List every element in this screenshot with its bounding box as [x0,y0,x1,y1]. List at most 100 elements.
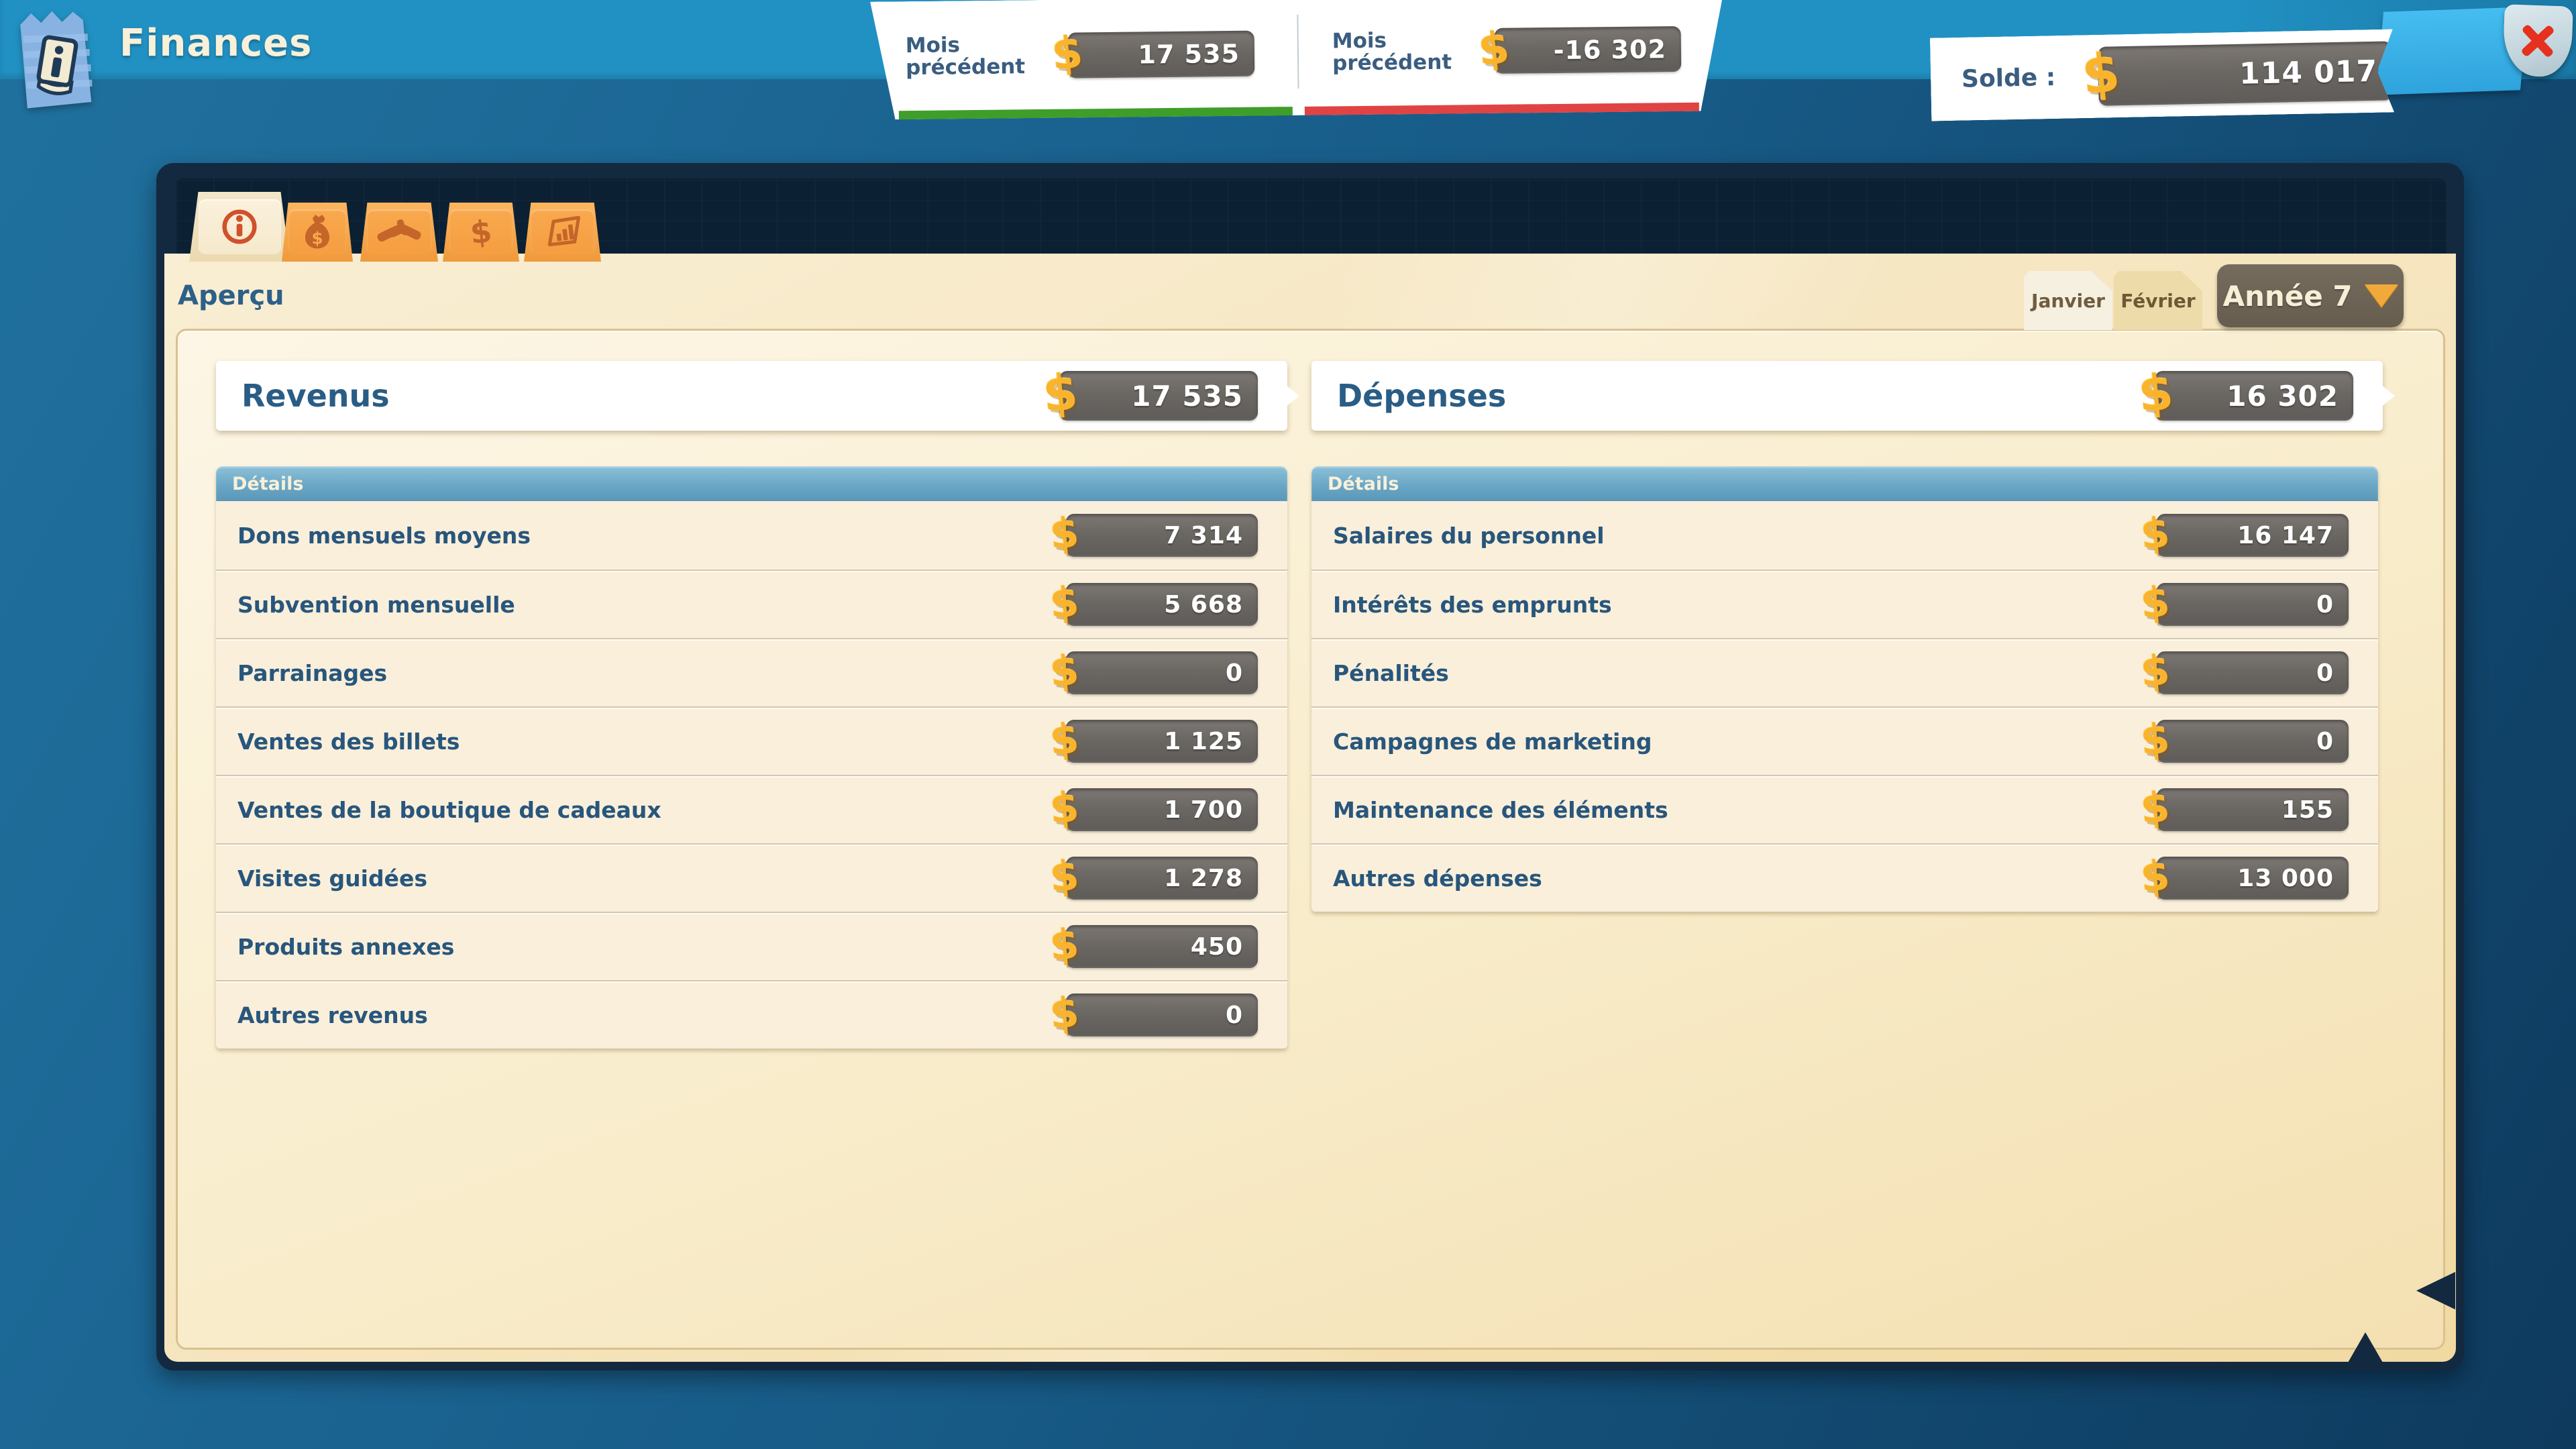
dollar-icon: $ [1049,26,1085,80]
tab-donations-inner: $ [288,209,347,256]
expenses-total-card: Dépenses $ 16 302 [1311,361,2383,431]
expenses-details-header: Détails [1311,466,2378,501]
income-value: 17 535 [1138,39,1254,70]
dollar-icon: $ [2139,645,2171,696]
balance-label: Solde : [1962,64,2056,93]
month-janvier-label: Janvier [2031,290,2105,312]
table-row: Ventes des billets $ 1 125 [216,706,1287,775]
previous-month-expense: Mois précédent $ -16 302 [1297,0,1725,115]
tab-sponsorships[interactable] [360,203,438,262]
income-value-pill: $ 17 535 [1067,31,1254,78]
row-value-pill: $ 1 700 [1066,788,1258,831]
row-label: Subvention mensuelle [237,592,515,618]
year-dropdown-label: Année 7 [2222,280,2352,313]
row-label: Maintenance des éléments [1333,797,1668,823]
tab-overview-inner [199,199,281,254]
row-value: 155 [2282,796,2349,824]
row-label: Parrainages [237,660,387,686]
dollar-icon: $ [1048,919,1081,970]
table-row: Salaires du personnel $ 16 147 [1311,501,2378,570]
row-label: Salaires du personnel [1333,523,1605,549]
table-row: Dons mensuels moyens $ 7 314 [216,501,1287,570]
row-value-pill: $ 1 278 [1066,857,1258,900]
table-row: Autres dépenses $ 13 000 [1311,843,2378,912]
row-label: Pénalités [1333,660,1449,686]
row-label: Autres revenus [237,1002,428,1028]
dollar-icon: $ [1040,363,1080,423]
table-row: Subvention mensuelle $ 5 668 [216,570,1287,638]
table-row: Maintenance des éléments $ 155 [1311,775,2378,843]
resize-notch-bottom [2345,1332,2385,1367]
finances-ledger-icon [15,4,101,109]
row-label: Campagnes de marketing [1333,729,1652,755]
row-value: 0 [1226,659,1258,687]
row-value: 1 700 [1164,796,1258,824]
dollar-icon: $ [2139,577,2171,628]
handshake-icon [375,208,423,256]
bar-chart-icon [538,208,586,256]
close-icon [2515,18,2561,64]
dollar-icon: $ [457,208,505,256]
month-button-janvier[interactable]: Janvier [2024,271,2112,330]
year-dropdown[interactable]: Année 7 [2217,264,2404,327]
expenses-details-list: Détails Salaires du personnel $ 16 147 I… [1311,466,2378,912]
row-value: 1 278 [1164,865,1258,892]
table-row: Produits annexes $ 450 [216,912,1287,980]
row-value-pill: $ 155 [2157,788,2349,831]
finances-screen: Finances Mois précédent $ 17 535 Mois pr… [0,0,2576,1449]
dollar-icon: $ [2079,41,2123,107]
row-value-pill: $ 1 125 [1066,720,1258,763]
row-value-pill: $ 0 [1066,651,1258,694]
dollar-icon: $ [1048,987,1081,1038]
overview-panel: Aperçu Janvier Février Année 7 Revenus $… [164,254,2456,1362]
expense-value: -16 302 [1553,34,1681,65]
row-value: 7 314 [1164,522,1258,549]
revenues-details-header: Détails [216,466,1287,501]
svg-text:$: $ [468,213,494,251]
revenues-title: Revenus [216,378,390,414]
revenues-total-pill: $ 17 535 [1059,371,1258,421]
row-value: 5 668 [1164,591,1258,619]
row-label: Ventes de la boutique de cadeaux [237,797,661,823]
table-row: Parrainages $ 0 [216,638,1287,706]
dollar-icon: $ [1048,645,1081,696]
dollar-icon: $ [1048,508,1081,559]
expense-value-pill: $ -16 302 [1494,26,1681,74]
row-value: 0 [2316,728,2349,755]
dollar-icon: $ [1476,21,1511,76]
row-value-pill: $ 16 147 [2157,514,2349,557]
dollar-icon: $ [1048,851,1081,902]
revenues-total-value: 17 535 [1131,380,1258,413]
row-label: Visites guidées [237,865,427,892]
tab-sponsorships-inner [367,209,431,256]
expenses-title: Dépenses [1311,378,1506,414]
page-title: Finances [119,21,312,65]
previous-month-summary: Mois précédent $ 17 535 Mois précédent $… [870,0,1725,120]
balance-value: 114 017 [2239,54,2393,91]
expenses-total-value: 16 302 [2226,380,2353,413]
tab-fees-inner: $ [449,209,512,256]
row-value: 13 000 [2237,865,2349,892]
dollar-icon: $ [2139,714,2171,765]
tab-donations[interactable]: $ [282,203,353,262]
row-value-pill: $ 13 000 [2157,857,2349,900]
month-button-fevrier[interactable]: Février [2114,271,2202,330]
income-label: Mois précédent [906,34,1068,79]
row-label: Produits annexes [237,934,454,960]
row-value-pill: $ 0 [2157,583,2349,626]
table-row: Autres revenus $ 0 [216,980,1287,1049]
row-value: 0 [2316,591,2349,619]
tab-fees[interactable]: $ [443,203,519,262]
tab-overview[interactable] [189,192,290,262]
revenues-total-card: Revenus $ 17 535 [216,361,1287,431]
money-bag-icon: $ [293,208,341,256]
row-value: 0 [2316,659,2349,687]
row-value: 16 147 [2237,522,2349,549]
row-value-pill: $ 7 314 [1066,514,1258,557]
tab-charts[interactable] [524,203,601,262]
row-value-pill: $ 5 668 [1066,583,1258,626]
row-value: 1 125 [1164,728,1258,755]
table-row: Pénalités $ 0 [1311,638,2378,706]
previous-month-income: Mois précédent $ 17 535 [870,0,1298,120]
row-value-pill: $ 0 [2157,651,2349,694]
